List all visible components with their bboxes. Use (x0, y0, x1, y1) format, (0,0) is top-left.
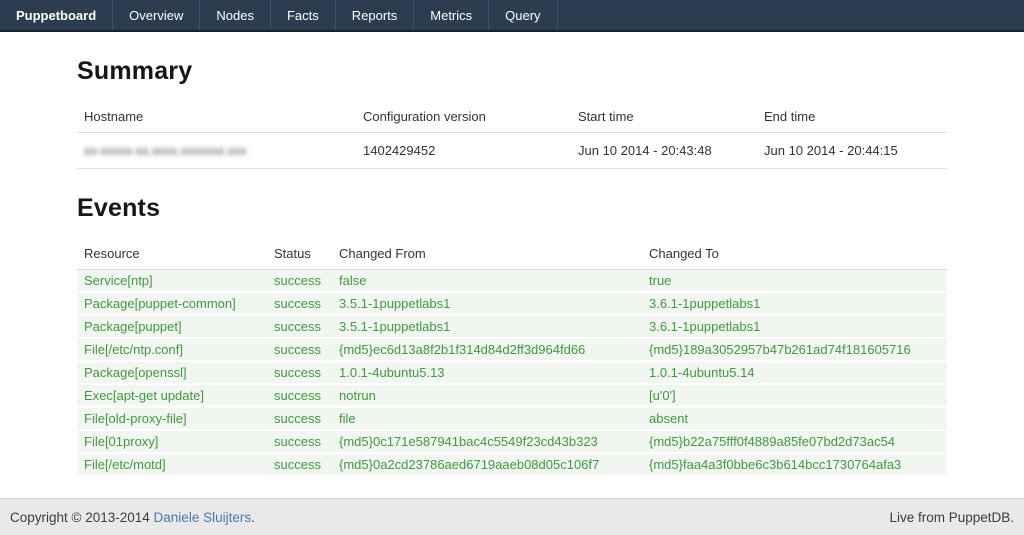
event-changed-from: 3.5.1-1puppetlabs1 (332, 315, 642, 338)
event-resource: Package[puppet] (77, 315, 267, 338)
summary-heading: Summary (77, 57, 947, 86)
summary-col-config-version: Configuration version (356, 101, 571, 133)
event-status: success (267, 270, 332, 293)
nav-item-nodes[interactable]: Nodes (200, 0, 271, 30)
events-table: Resource Status Changed From Changed To … (77, 238, 947, 477)
events-col-resource: Resource (77, 238, 267, 270)
event-changed-from: 3.5.1-1puppetlabs1 (332, 292, 642, 315)
event-changed-to: 3.6.1-1puppetlabs1 (642, 315, 947, 338)
event-changed-from: file (332, 407, 642, 430)
event-changed-from: {md5}0a2cd23786aed6719aaeb08d05c106f7 (332, 453, 642, 476)
summary-end-time: Jun 10 2014 - 20:44:15 (757, 133, 947, 169)
event-resource: Package[puppet-common] (77, 292, 267, 315)
nav-item-facts[interactable]: Facts (271, 0, 336, 30)
events-table-body: Service[ntp]successfalsetruePackage[pupp… (77, 270, 947, 477)
event-row: File[/etc/motd]success{md5}0a2cd23786aed… (77, 453, 947, 476)
copyright-period: . (251, 510, 255, 525)
events-header-row: Resource Status Changed From Changed To (77, 238, 947, 270)
events-col-changed-from: Changed From (332, 238, 642, 270)
event-status: success (267, 453, 332, 476)
event-changed-from: 1.0.1-4ubuntu5.13 (332, 361, 642, 384)
event-changed-to: absent (642, 407, 947, 430)
event-row: Exec[apt-get update]successnotrun[u'0'] (77, 384, 947, 407)
event-changed-to: {md5}b22a75fff0f4889a85fe07bd2d73ac54 (642, 430, 947, 453)
main-content: Summary Hostname Configuration version S… (77, 57, 947, 477)
copyright-text: Copyright © 2013-2014 (10, 510, 154, 525)
event-row: Package[puppet-common]success3.5.1-1pupp… (77, 292, 947, 315)
summary-col-start-time: Start time (571, 101, 757, 133)
author-link[interactable]: Daniele Sluijters (154, 510, 252, 525)
event-status: success (267, 407, 332, 430)
event-row: File[01proxy]success{md5}0c171e587941bac… (77, 430, 947, 453)
summary-col-end-time: End time (757, 101, 947, 133)
nav-item-overview[interactable]: Overview (113, 0, 200, 30)
events-col-status: Status (267, 238, 332, 270)
event-resource: File[/etc/motd] (77, 453, 267, 476)
navbar-items: OverviewNodesFactsReportsMetricsQuery (113, 0, 557, 30)
event-status: success (267, 361, 332, 384)
event-changed-from: {md5}0c171e587941bac4c5549f23cd43b323 (332, 430, 642, 453)
events-col-changed-to: Changed To (642, 238, 947, 270)
event-changed-from: {md5}ec6d13a8f2b1f314d84d2ff3d964fd66 (332, 338, 642, 361)
event-resource: Service[ntp] (77, 270, 267, 293)
summary-header-row: Hostname Configuration version Start tim… (77, 101, 947, 133)
event-status: success (267, 315, 332, 338)
event-row: Service[ntp]successfalsetrue (77, 270, 947, 293)
summary-table: Hostname Configuration version Start tim… (77, 101, 947, 169)
event-changed-to: {md5}189a3052957b47b261ad74f181605716 (642, 338, 947, 361)
event-changed-to: 3.6.1-1puppetlabs1 (642, 292, 947, 315)
event-changed-from: false (332, 270, 642, 293)
event-changed-to: [u'0'] (642, 384, 947, 407)
event-row: File[/etc/ntp.conf]success{md5}ec6d13a8f… (77, 338, 947, 361)
event-changed-to: 1.0.1-4ubuntu5.14 (642, 361, 947, 384)
footer-live-status: Live from PuppetDB. (889, 510, 1014, 525)
hostname-link[interactable]: xx-xxxxx-xx.xxxx.xxxxxxx.xxx (84, 144, 247, 158)
event-resource: Package[openssl] (77, 361, 267, 384)
event-changed-from: notrun (332, 384, 642, 407)
summary-row: xx-xxxxx-xx.xxxx.xxxxxxx.xxx 1402429452 … (77, 133, 947, 169)
nav-item-metrics[interactable]: Metrics (414, 0, 489, 30)
event-resource: File[old-proxy-file] (77, 407, 267, 430)
summary-col-hostname: Hostname (77, 101, 356, 133)
navbar: Puppetboard OverviewNodesFactsReportsMet… (0, 0, 1024, 32)
event-resource: File[/etc/ntp.conf] (77, 338, 267, 361)
footer: Copyright © 2013-2014 Daniele Sluijters.… (0, 498, 1024, 535)
event-status: success (267, 430, 332, 453)
event-row: File[old-proxy-file]successfileabsent (77, 407, 947, 430)
event-changed-to: {md5}faa4a3f0bbe6c3b614bcc1730764afa3 (642, 453, 947, 476)
nav-item-query[interactable]: Query (489, 0, 557, 30)
events-heading: Events (77, 194, 947, 223)
event-status: success (267, 384, 332, 407)
nav-item-reports[interactable]: Reports (336, 0, 415, 30)
summary-config-version: 1402429452 (356, 133, 571, 169)
event-status: success (267, 292, 332, 315)
event-resource: Exec[apt-get update] (77, 384, 267, 407)
event-row: Package[puppet]success3.5.1-1puppetlabs1… (77, 315, 947, 338)
event-row: Package[openssl]success1.0.1-4ubuntu5.13… (77, 361, 947, 384)
event-resource: File[01proxy] (77, 430, 267, 453)
event-status: success (267, 338, 332, 361)
event-changed-to: true (642, 270, 947, 293)
summary-start-time: Jun 10 2014 - 20:43:48 (571, 133, 757, 169)
footer-copyright: Copyright © 2013-2014 Daniele Sluijters. (10, 510, 255, 525)
summary-hostname-cell: xx-xxxxx-xx.xxxx.xxxxxxx.xxx (77, 133, 356, 169)
navbar-brand[interactable]: Puppetboard (0, 0, 113, 30)
